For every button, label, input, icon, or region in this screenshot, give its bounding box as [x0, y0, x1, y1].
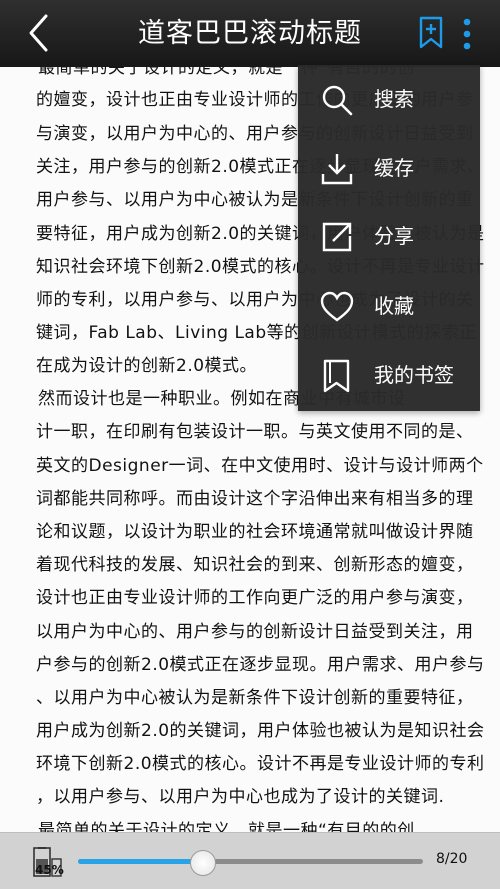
text-line: 设计也正由专业设计师的工作向更广泛的用户参与演变，: [36, 588, 474, 608]
page-slider[interactable]: [78, 850, 423, 876]
share-icon: [322, 222, 352, 252]
more-vertical-icon: [463, 18, 471, 50]
text-line: 着现代科技的发展、知识社会的到来、创新形态的嬗变，: [36, 555, 474, 575]
top-bar: 道客巴巴滚动标题: [0, 0, 500, 67]
text-line: 计一职，在印刷有包装设计一职。与英文使用不同的是、: [36, 422, 474, 442]
download-icon: [321, 154, 353, 185]
slider-fill: [78, 859, 203, 864]
add-bookmark-button[interactable]: [418, 16, 444, 50]
overflow-menu: 搜索 缓存 分享 收藏 我的书签: [298, 65, 480, 411]
bookmark-add-icon: [419, 16, 443, 49]
menu-item-share[interactable]: 分享: [298, 202, 480, 270]
text-line: 最简单的关于设计的定义、就是一种“有目的的创: [38, 821, 415, 832]
bottom-bar: 45% 8/20: [0, 832, 500, 889]
menu-item-label: 缓存: [374, 156, 414, 180]
slider-thumb[interactable]: [190, 850, 217, 876]
text-line: 、以用户为中心被认为是新条件下设计创新的重要特征，: [36, 688, 474, 708]
text-line: 用户成为创新2.0的关键词，用户体验也被认为是知识社会: [36, 721, 485, 741]
battery-indicator: 45%: [32, 847, 64, 879]
menu-item-search[interactable]: 搜索: [298, 65, 480, 133]
text-line: 词都能共同称呼。而由设计这个字沿伸出来有相当多的理: [36, 489, 474, 509]
text-line: 论和议题，以设计为职业的社会环境通常就叫做设计界随: [36, 522, 474, 542]
text-line: 环境下创新2.0模式的核心。设计不再是专业设计师的专利: [36, 754, 485, 774]
menu-item-label: 我的书签: [374, 363, 454, 387]
menu-item-label: 搜索: [374, 87, 414, 111]
menu-item-cache[interactable]: 缓存: [298, 134, 480, 202]
menu-item-favorite[interactable]: 收藏: [298, 272, 480, 340]
menu-item-label: 分享: [374, 224, 414, 248]
menu-item-my-bookmarks[interactable]: 我的书签: [298, 341, 480, 409]
text-line: ，以用户参与、以用户为中心也成为了设计的关键词.: [36, 787, 445, 807]
menu-item-label: 收藏: [374, 294, 414, 318]
more-menu-button[interactable]: [458, 14, 476, 54]
page-indicator: 8/20: [436, 851, 468, 867]
text-line: 以用户为中心的、用户参与的创新设计日益受到关注，用: [36, 622, 474, 642]
battery-percent: 45%: [35, 863, 64, 877]
text-line: 户参与的创新2.0模式正在逐步显现。用户需求、用户参与: [36, 655, 485, 675]
search-icon: [322, 85, 353, 116]
heart-icon: [320, 291, 354, 322]
bookmark-icon: [323, 359, 350, 393]
text-line: 英文的Designer一词、在中文使用时、设计与设计师两个: [36, 456, 484, 476]
